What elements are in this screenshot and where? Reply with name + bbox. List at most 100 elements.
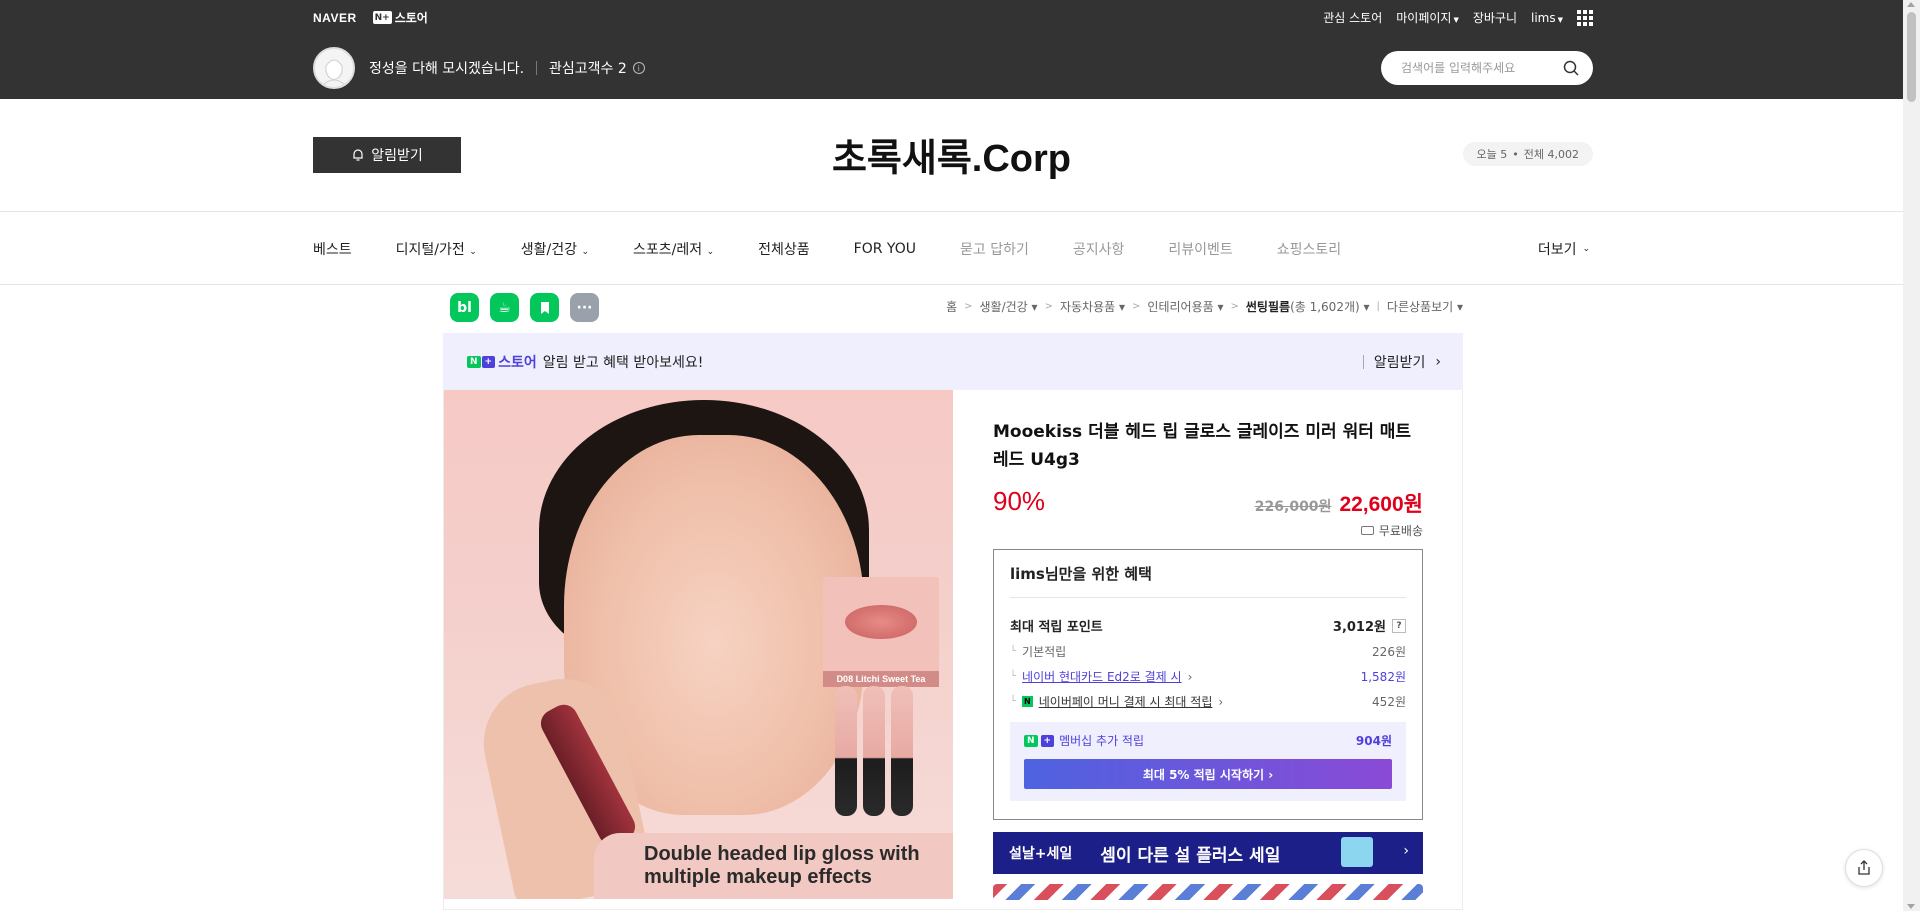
- store-greeting: 정성을 다해 모시겠습니다.: [369, 61, 525, 77]
- chevron-right-icon: >: [1230, 301, 1239, 312]
- bookmark-icon: [540, 301, 549, 314]
- crumb-living[interactable]: 생활/건강 ▾: [980, 298, 1038, 315]
- visit-count-badge: 오늘 5 • 전체 4,002: [1462, 142, 1593, 166]
- tab-sports[interactable]: 스포츠/레저 ⌄: [633, 239, 714, 259]
- max-points-value: 3,012원: [1332, 620, 1386, 635]
- plus-icon: +: [1040, 734, 1055, 747]
- basic-points-row: └ 기본적립 226원: [1010, 643, 1406, 660]
- product-image[interactable]: D08 Litchi Sweet Tea Double headed lip g…: [444, 390, 953, 899]
- crumb-count: (총 1,602개): [1290, 300, 1360, 314]
- store-avatar[interactable]: [313, 47, 355, 89]
- info-icon[interactable]: i: [632, 62, 645, 74]
- help-icon[interactable]: ?: [1392, 618, 1406, 633]
- floating-share-button[interactable]: [1845, 849, 1883, 887]
- lunar-sale-banner[interactable]: 설날+세일 셈이 다른 설 플러스 세일 ›: [993, 832, 1423, 874]
- tab-best[interactable]: 베스트: [313, 239, 352, 259]
- max-points-row: 최대 적립 포인트 3,012원 ?: [1010, 616, 1406, 635]
- membership-start-button[interactable]: 최대 5% 적립 시작하기 ›: [1024, 759, 1392, 789]
- breadcrumb-row: bl ☕ ··· 홈 > 생활/건강 ▾ > 자동차용품 ▾ > 인테리어용품 …: [443, 285, 1463, 333]
- scroll-down-icon[interactable]: [1907, 904, 1915, 909]
- npay-points-row: └ N 네이버페이 머니 결제 시 최대 적립 › 452원: [1010, 693, 1406, 710]
- tab-for-you[interactable]: FOR YOU: [854, 241, 916, 257]
- bookmark-share-icon[interactable]: [530, 293, 559, 322]
- plus-icon: +: [481, 355, 496, 368]
- membership-button-label: 최대 5% 적립 시작하기: [1142, 767, 1265, 782]
- shipping-info: 무료배송: [993, 522, 1423, 539]
- chevron-right-icon: ›: [1435, 353, 1441, 370]
- store-name[interactable]: 초록새록.Corp: [0, 127, 1903, 182]
- npay-icon: N: [1022, 696, 1033, 707]
- chevron-right-icon: >: [1132, 301, 1141, 312]
- crumb-interior[interactable]: 인테리어용품 ▾: [1147, 298, 1223, 315]
- crumb-car[interactable]: 자동차용품 ▾: [1060, 298, 1125, 315]
- blog-share-icon[interactable]: bl: [450, 293, 479, 322]
- lips-swatch: [845, 605, 917, 639]
- search-icon[interactable]: [1563, 60, 1579, 76]
- price-block: 226,000원 22,600원: [1255, 488, 1423, 518]
- tab-living[interactable]: 생활/건강 ⌄: [521, 239, 589, 259]
- promo-notify-label: 알림받기: [1373, 354, 1426, 371]
- more-menu[interactable]: 더보기 ⌄: [1538, 212, 1590, 285]
- scroll-up-icon[interactable]: [1907, 2, 1915, 7]
- tab-shopping-story[interactable]: 쇼핑스토리: [1277, 239, 1341, 259]
- divider: [1362, 354, 1364, 369]
- search-input[interactable]: [1401, 61, 1563, 75]
- promo-text: 알림 받고 혜택 받아보세요!: [542, 354, 704, 371]
- nplus-promo-banner[interactable]: N + 스토어 알림 받고 혜택 받아보세요! 알림받기 ›: [443, 333, 1463, 390]
- caret-down-icon: ▼: [1557, 15, 1563, 24]
- cart-link[interactable]: 장바구니: [1473, 9, 1517, 26]
- mypage-label: 마이페이지: [1396, 11, 1452, 25]
- share-icons: bl ☕ ···: [450, 293, 599, 322]
- caption-line-1: Double headed lip gloss with: [644, 843, 920, 865]
- interest-count-label: 관심고객수 2: [549, 61, 627, 77]
- max-points-value-wrap: 3,012원 ?: [1333, 616, 1406, 635]
- tab-digital[interactable]: 디지털/가전 ⌄: [396, 239, 477, 259]
- page-scrollbar[interactable]: [1903, 0, 1920, 911]
- card-benefit-link[interactable]: 네이버 현대카드 Ed2로 결제 시: [1022, 668, 1182, 685]
- benefit-box: lims님만을 위한 혜택 최대 적립 포인트 3,012원 ? └ 기본적립 2…: [993, 549, 1423, 820]
- npay-points-value: 452원: [1372, 695, 1406, 709]
- tab-digital-label: 디지털/가전: [395, 241, 465, 258]
- sale-price: 22,600원: [1339, 493, 1423, 516]
- tab-all-products[interactable]: 전체상품: [758, 239, 810, 259]
- bell-plus-icon: [353, 149, 363, 161]
- swatch-label: D08 Litchi Sweet Tea: [823, 671, 939, 687]
- favorite-stores-link[interactable]: 관심 스토어: [1323, 9, 1382, 26]
- tree-line-icon: └: [1010, 671, 1017, 682]
- chevron-down-icon: ⌄: [1582, 243, 1590, 254]
- chevron-right-icon: ›: [1218, 694, 1224, 709]
- mypage-link[interactable]: 마이페이지 ▼: [1396, 9, 1459, 26]
- membership-box: N + 멤버십 추가 적립 904원 최대 5% 적립 시작하기 ›: [1010, 722, 1406, 801]
- cafe-share-icon[interactable]: ☕: [490, 293, 519, 322]
- color-swatch-card: D08 Litchi Sweet Tea: [823, 577, 939, 687]
- naver-logo[interactable]: NAVER: [313, 11, 357, 25]
- notify-label: 알림받기: [371, 147, 423, 163]
- promo-notify[interactable]: 알림받기 ›: [1362, 333, 1441, 390]
- nplus-badge: N+: [372, 11, 392, 24]
- price-row: 90% 226,000원 22,600원: [993, 484, 1423, 524]
- n-icon: N: [467, 355, 481, 368]
- breadcrumb: 홈 > 생활/건강 ▾ > 자동차용품 ▾ > 인테리어용품 ▾ > 썬팅필름(…: [946, 298, 1463, 315]
- store-notify-button[interactable]: 알림받기: [313, 137, 461, 173]
- interest-count: 관심고객수 2 i: [549, 58, 645, 78]
- top-header: NAVER N+ 스토어 관심 스토어 마이페이지 ▼ 장바구니 lims ▼ 정성…: [0, 0, 1903, 99]
- store-title-row: 알림받기 초록새록.Corp 오늘 5 • 전체 4,002: [0, 99, 1903, 212]
- crumb-home[interactable]: 홈: [946, 298, 957, 315]
- tab-notice[interactable]: 공지사항: [1073, 239, 1125, 259]
- user-menu[interactable]: lims ▼: [1531, 11, 1563, 25]
- crumb-current[interactable]: 썬팅필름(총 1,602개) ▾: [1246, 298, 1370, 315]
- category-nav: 베스트 디지털/가전 ⌄ 생활/건강 ⌄ 스포츠/레저 ⌄ 전체상품 FOR Y…: [0, 212, 1903, 285]
- tab-living-label: 생활/건강: [520, 241, 578, 258]
- apps-grid-icon[interactable]: [1577, 9, 1593, 26]
- tab-review-event[interactable]: 리뷰이벤트: [1168, 239, 1232, 259]
- product-area: D08 Litchi Sweet Tea Double headed lip g…: [443, 390, 1463, 910]
- nplus-store-logo[interactable]: N+ 스토어: [372, 9, 428, 26]
- tab-qna[interactable]: 묻고 답하기: [960, 239, 1029, 259]
- npay-benefit-link[interactable]: 네이버페이 머니 결제 시 최대 적립: [1039, 693, 1213, 710]
- membership-row: N + 멤버십 추가 적립 904원: [1024, 732, 1392, 749]
- caret-down-icon: ▼: [1453, 16, 1459, 24]
- scroll-thumb[interactable]: [1907, 12, 1916, 102]
- more-share-icon[interactable]: ···: [570, 293, 599, 322]
- sale-banner-tag: 설날+세일: [1009, 846, 1073, 862]
- other-products-link[interactable]: 다른상품보기 ▾: [1387, 298, 1463, 315]
